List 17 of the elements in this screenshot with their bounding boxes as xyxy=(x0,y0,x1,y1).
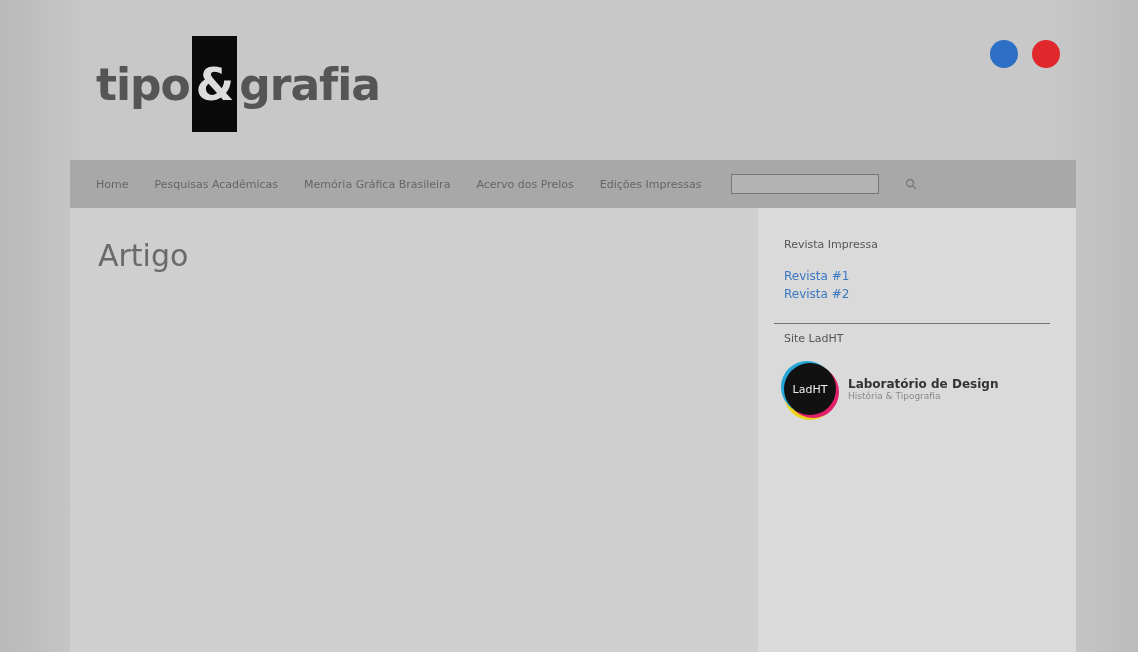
nav-link[interactable]: Edições Impressas xyxy=(599,177,702,191)
search-field[interactable] xyxy=(731,174,880,194)
nav-link[interactable]: Acervo dos Prelos xyxy=(476,177,574,191)
page-title: Artigo xyxy=(98,238,190,273)
lab-subtitle: História & Tipografia xyxy=(848,391,942,401)
lab-name[interactable]: Laboratório de Design xyxy=(848,377,999,391)
site-logo[interactable]: tipo&grafia xyxy=(96,36,381,132)
nav-link[interactable]: Home xyxy=(96,177,129,191)
nav-link[interactable]: Memória Gráfica Brasileira xyxy=(304,177,451,191)
sidebar-heading: Revista Impressa xyxy=(784,238,879,251)
nav-link[interactable]: Pesquisas Acadêmicas xyxy=(154,177,279,191)
magazine-link[interactable]: Revista #1 xyxy=(784,269,1038,283)
search-icon[interactable] xyxy=(905,178,918,190)
social-dot[interactable] xyxy=(990,40,1018,68)
magazine-link[interactable]: Revista #2 xyxy=(784,287,1038,301)
social-dot[interactable] xyxy=(1032,40,1060,68)
sidebar-heading: Site LadHT xyxy=(784,332,845,345)
